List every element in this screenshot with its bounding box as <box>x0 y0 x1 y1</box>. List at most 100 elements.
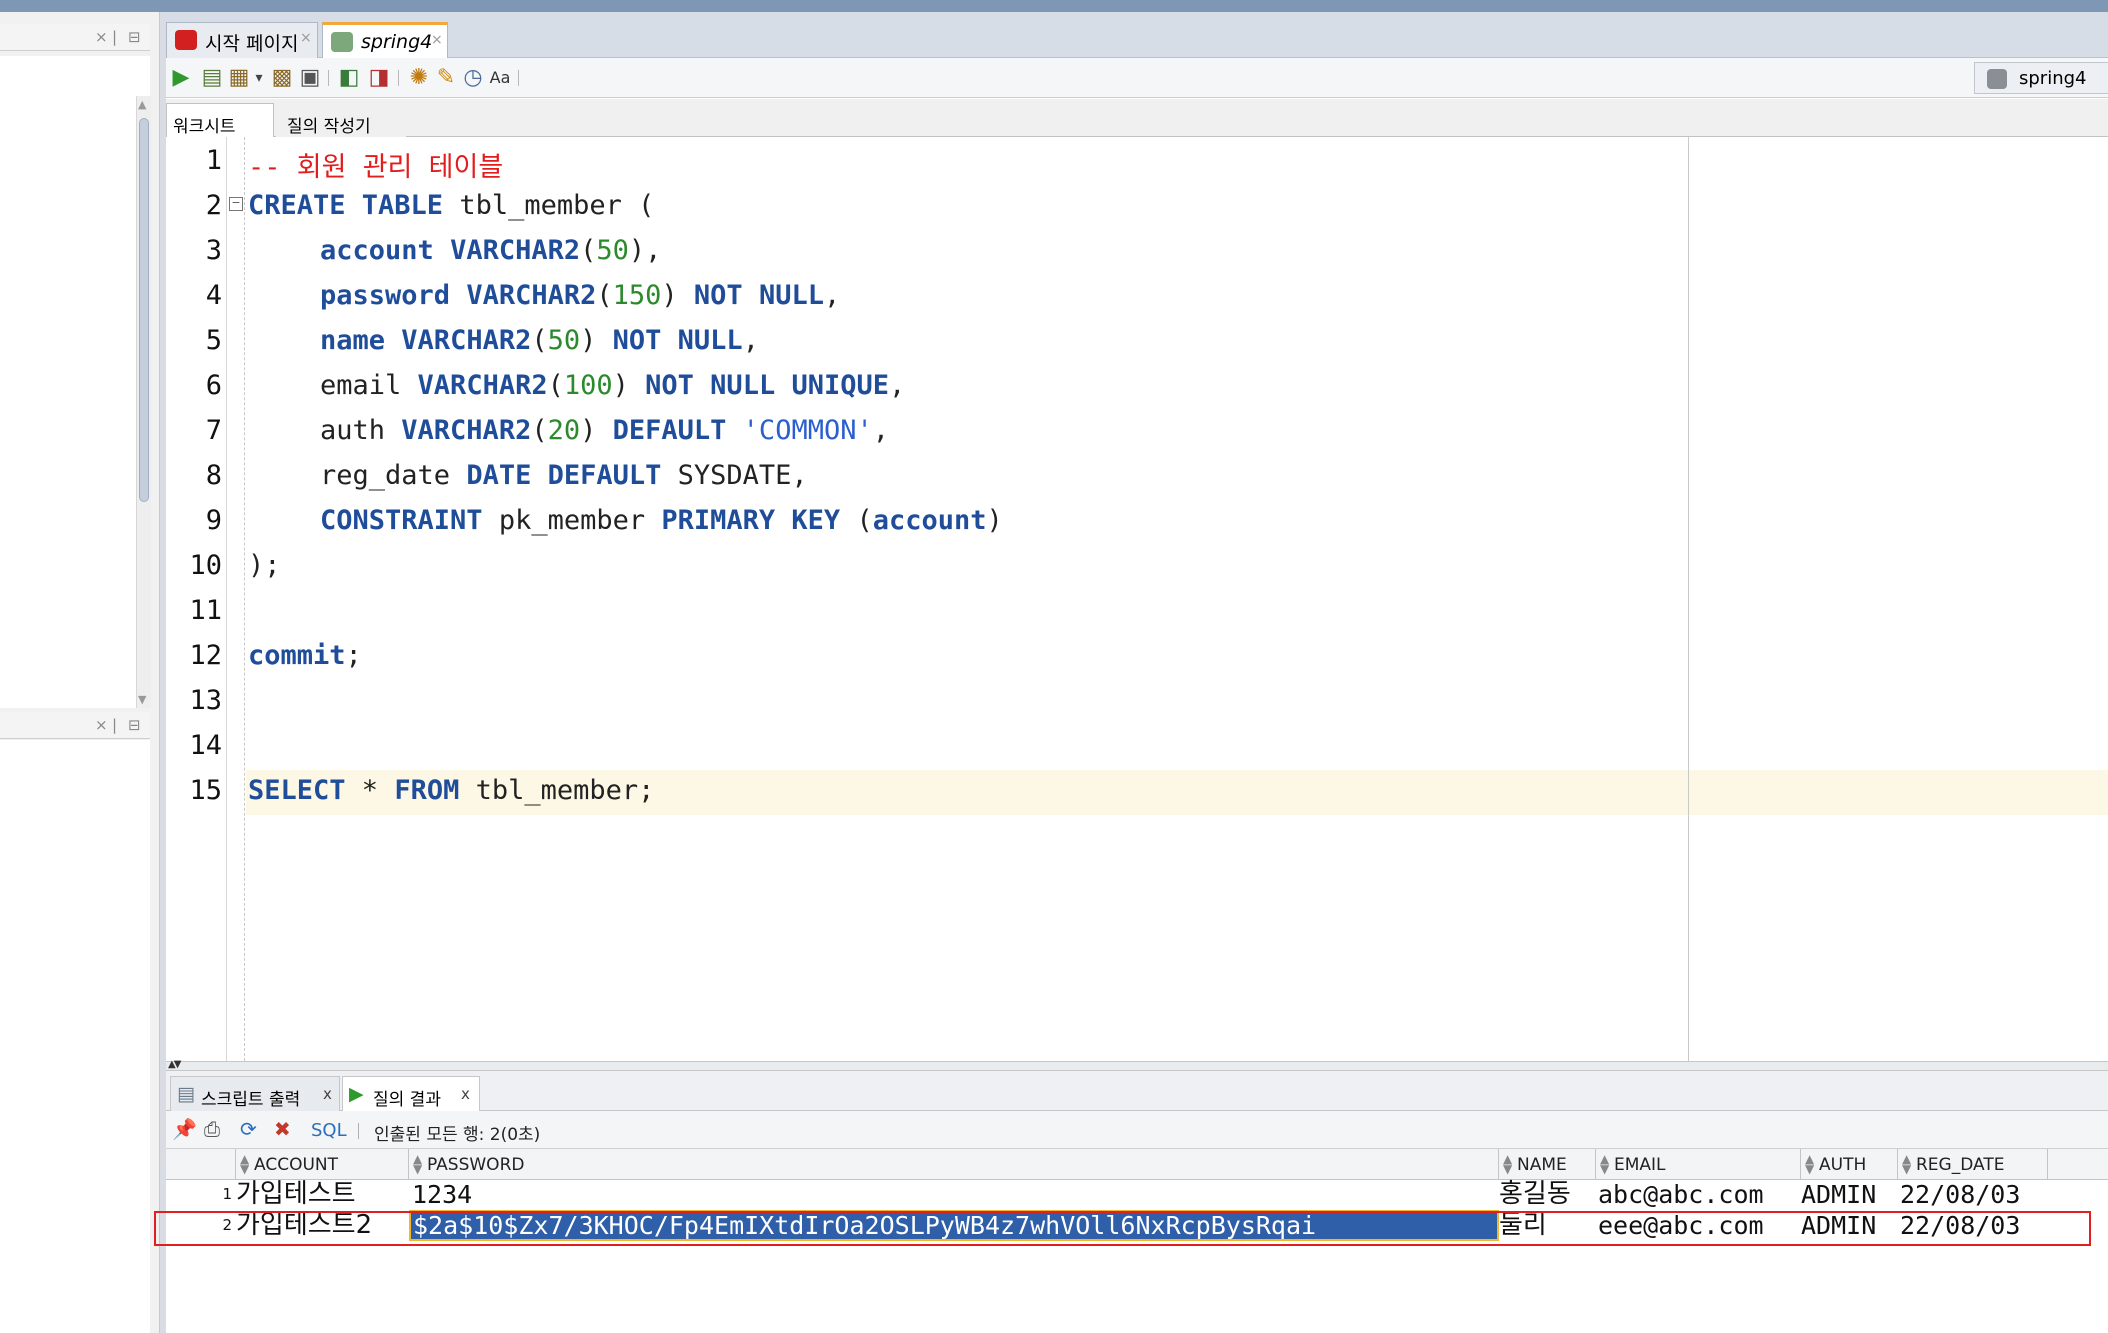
connection-selector[interactable]: spring4 <box>1974 62 2108 94</box>
tab-label: 질의 작성기 <box>287 117 371 137</box>
line-number: 10 <box>189 550 222 581</box>
tab-script-output[interactable]: ▤ 스크립트 출력 x <box>170 1076 340 1111</box>
code-line-5: name VARCHAR2(50) NOT NULL, <box>320 325 759 356</box>
connections-tree <box>0 56 150 708</box>
line-number: 1 <box>205 145 222 176</box>
script-output-icon: ▤ <box>177 1083 195 1105</box>
line-number: 4 <box>205 280 222 311</box>
tab-start-page[interactable]: 시작 페이지 × <box>166 22 318 58</box>
sql-type: VARCHAR2 <box>401 415 532 446</box>
rollback-icon[interactable]: ▩ <box>269 65 295 91</box>
sql-tuning-icon[interactable]: ◨ <box>366 65 392 91</box>
cell-email[interactable]: abc@abc.com <box>1598 1179 1801 1210</box>
explain-plan-icon[interactable]: ▣ <box>297 65 323 91</box>
code-line-7: auth VARCHAR2(20) DEFAULT 'COMMON', <box>320 415 889 446</box>
line-number: 14 <box>189 730 222 761</box>
run-statement-icon[interactable]: ▶ <box>168 65 194 91</box>
sort-icon[interactable]: ▲ ▼ <box>240 1153 249 1175</box>
sort-icon[interactable]: ▲ ▼ <box>413 1153 422 1175</box>
column-header-password[interactable]: ▲ ▼ PASSWORD <box>409 1149 1499 1179</box>
history-icon[interactable]: ◷ <box>460 65 486 91</box>
result-tabs: ▤ 스크립트 출력 x ▶ 질의 결과 x <box>166 1071 2108 1111</box>
result-toolbar: 📌 ⎙ ⟳ ✖ SQL 인출된 모든 행: 2(0초) <box>166 1111 2108 1149</box>
table-row[interactable]: 1 가입테스트 1234 홍길동 abc@abc.com ADMIN 22/08… <box>166 1179 2108 1210</box>
sort-icon[interactable]: ▲ ▼ <box>1503 1153 1512 1175</box>
cell-reg-date[interactable]: 22/08/03 <box>1900 1179 2048 1210</box>
column-header-account[interactable]: ▲ ▼ ACCOUNT <box>236 1149 409 1179</box>
database-icon <box>1987 69 2007 89</box>
close-icon[interactable]: × <box>300 30 312 46</box>
row-number: 1 <box>222 1185 232 1203</box>
sql-keyword: CONSTRAINT <box>320 505 483 536</box>
worksheet-subtabs: 워크시트 질의 작성기 <box>166 99 2108 137</box>
scrollbar-thumb[interactable] <box>139 118 149 502</box>
fold-collapse-icon[interactable]: − <box>229 197 243 211</box>
toolbar-separator <box>328 70 329 86</box>
close-icon[interactable]: × <box>95 28 108 46</box>
code-line-8: reg_date DATE DEFAULT SYSDATE, <box>320 460 808 491</box>
reports-tree <box>0 740 150 1333</box>
horizontal-splitter[interactable]: ▲▼ <box>166 1059 2108 1071</box>
tab-query-builder[interactable]: 질의 작성기 <box>276 103 406 137</box>
cell-auth[interactable]: ADMIN <box>1801 1179 1898 1210</box>
line-number: 8 <box>205 460 222 491</box>
sql-type: VARCHAR2 <box>417 370 548 401</box>
column-header-name[interactable]: ▲ ▼ NAME <box>1499 1149 1596 1179</box>
sort-icon[interactable]: ▲ ▼ <box>1600 1153 1609 1175</box>
separator-icon: | <box>112 28 118 46</box>
eraser-icon[interactable]: ✎ <box>433 65 459 91</box>
pin-icon[interactable]: 📌 <box>172 1117 197 1141</box>
cell-account[interactable]: 가입테스트 <box>236 1179 409 1210</box>
run-script-icon[interactable]: ▤ <box>199 65 225 91</box>
scroll-up-icon[interactable]: ▲ <box>138 98 146 111</box>
connections-scrollbar[interactable]: ▲ ▼ <box>136 96 151 708</box>
sql-column: account <box>872 505 987 536</box>
sql-button[interactable]: SQL <box>311 1120 347 1141</box>
sql-keyword: SELECT <box>248 775 346 806</box>
sql-text: ( <box>547 370 564 401</box>
close-icon[interactable]: × <box>95 716 108 734</box>
clear-icon[interactable]: ✺ <box>406 65 432 91</box>
code-line-12: commit; <box>248 640 362 671</box>
sql-text: , <box>742 325 759 356</box>
sql-text: ; <box>345 640 362 671</box>
column-header-email[interactable]: ▲ ▼ EMAIL <box>1596 1149 1801 1179</box>
cancel-query-icon[interactable]: ✖ <box>274 1117 291 1141</box>
sql-column: account <box>320 235 434 266</box>
autotrace-icon[interactable]: ◧ <box>336 65 362 91</box>
cell-password[interactable]: 1234 <box>412 1179 1498 1210</box>
sql-text: ( <box>531 415 548 446</box>
sql-text: ), <box>628 235 662 266</box>
close-icon[interactable]: × <box>431 32 443 48</box>
sql-code-editor[interactable]: 1 2 3 4 5 6 7 8 9 10 11 12 13 14 15 − --… <box>166 137 2108 1061</box>
close-icon[interactable]: x <box>323 1085 332 1103</box>
sql-text: ( <box>596 280 613 311</box>
refresh-icon[interactable]: ⟳ <box>240 1117 257 1141</box>
line-number: 7 <box>205 415 222 446</box>
code-line-6: email VARCHAR2(100) NOT NULL UNIQUE, <box>320 370 905 401</box>
sql-column: password <box>320 280 451 311</box>
minimize-icon[interactable]: ⊟ <box>128 716 141 734</box>
sql-number: 20 <box>547 415 581 446</box>
tab-query-result[interactable]: ▶ 질의 결과 x <box>342 1076 480 1111</box>
sort-icon[interactable]: ▲ ▼ <box>1902 1153 1911 1175</box>
worksheet-toolbar: ▶ ▤ ▦ ▾ ▩ ▣ ◧ ◨ ✺ ✎ ◷ Aa spring4 <box>166 58 2108 98</box>
sql-text: ) <box>580 415 613 446</box>
sql-keyword: PRIMARY KEY <box>661 505 841 536</box>
minimize-icon[interactable]: ⊟ <box>128 28 141 46</box>
close-icon[interactable]: x <box>461 1085 470 1103</box>
scroll-down-icon[interactable]: ▼ <box>138 693 146 706</box>
grid-header: ▲ ▼ ACCOUNT ▲ ▼ PASSWORD ▲ ▼ NAME ▲ ▼ EMAIL ▲ ▼ AU… <box>166 1149 2108 1180</box>
sql-text: ) <box>580 325 613 356</box>
tab-spring4[interactable]: spring4 × <box>322 22 448 58</box>
tab-worksheet[interactable]: 워크시트 <box>166 103 274 137</box>
expand-collapse-icon[interactable]: ▲▼ <box>168 1059 181 1070</box>
code-line-3: account VARCHAR2(50), <box>320 235 661 266</box>
sort-icon[interactable]: ▲ ▼ <box>1805 1153 1814 1175</box>
text-case-icon[interactable]: Aa <box>487 65 513 91</box>
column-header-auth[interactable]: ▲ ▼ AUTH <box>1801 1149 1898 1179</box>
column-header-reg-date[interactable]: ▲ ▼ REG_DATE <box>1898 1149 2048 1179</box>
print-icon[interactable]: ⎙ <box>204 1117 220 1141</box>
cell-name[interactable]: 홍길동 <box>1499 1179 1596 1210</box>
sql-type: VARCHAR2 <box>466 280 597 311</box>
